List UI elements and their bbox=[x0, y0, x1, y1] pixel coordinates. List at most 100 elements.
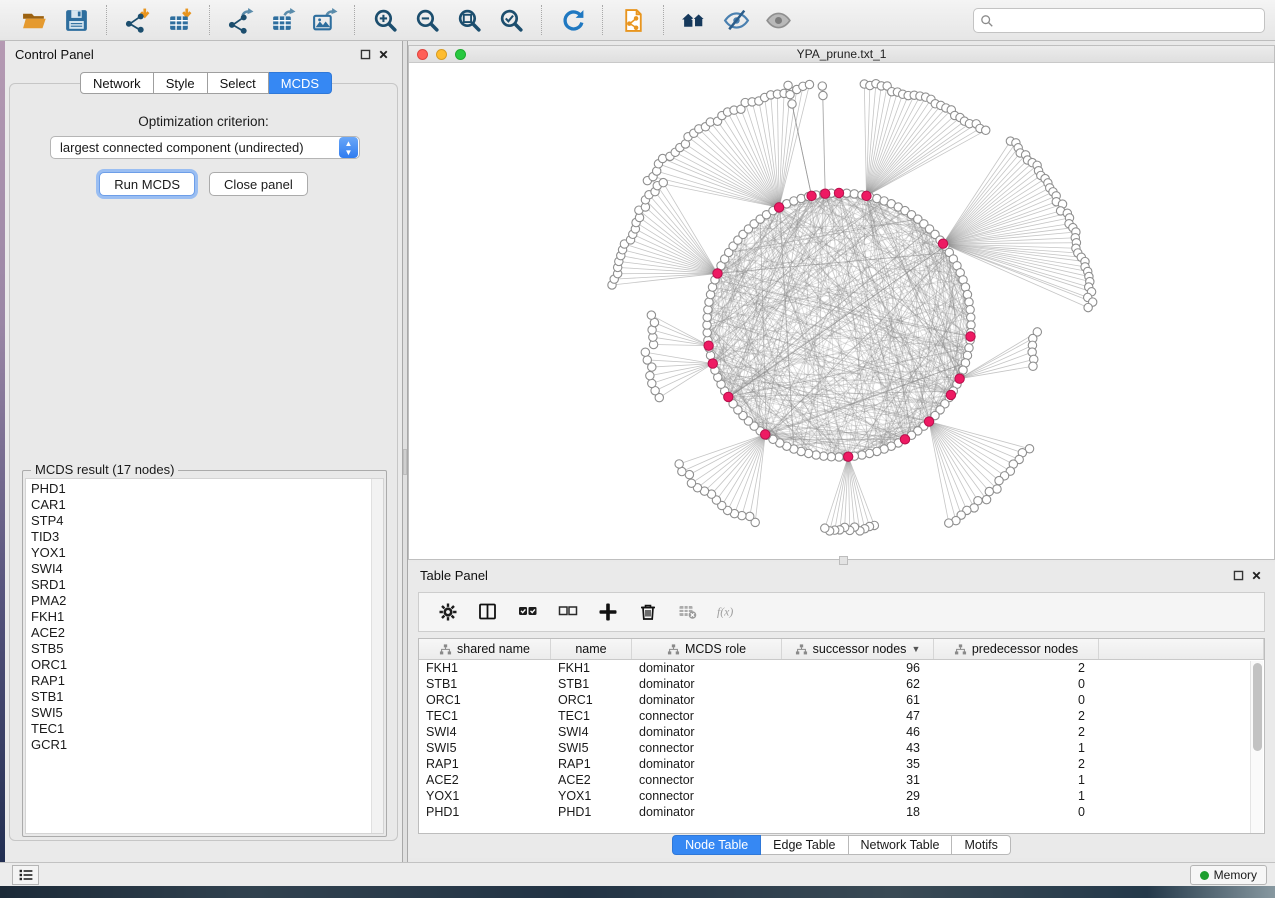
mcds-result-list[interactable]: PHD1CAR1STP4TID3YOX1SWI4SRD1PMA2FKH1ACE2… bbox=[25, 478, 384, 834]
tab-network[interactable]: Network bbox=[80, 72, 154, 94]
column-header-successor-nodes[interactable]: successor nodes▼ bbox=[782, 639, 934, 659]
close-panel-button[interactable]: Close panel bbox=[209, 172, 308, 196]
mcds-hub-node[interactable] bbox=[807, 191, 816, 200]
close-table-panel-icon[interactable] bbox=[1247, 566, 1265, 584]
result-node-item[interactable]: PHD1 bbox=[26, 481, 383, 497]
clone-network-button[interactable] bbox=[615, 3, 651, 37]
network-node[interactable] bbox=[965, 344, 973, 352]
float-panel-icon[interactable] bbox=[356, 45, 374, 63]
maximize-window-icon[interactable] bbox=[455, 49, 466, 60]
network-leaf-node[interactable] bbox=[821, 524, 829, 532]
memory-button[interactable]: Memory bbox=[1190, 865, 1267, 885]
tab-network-table[interactable]: Network Table bbox=[849, 835, 953, 855]
table-scrollbar-thumb[interactable] bbox=[1253, 663, 1262, 751]
table-row[interactable]: SWI5SWI5connector431 bbox=[419, 740, 1264, 756]
result-node-item[interactable]: CAR1 bbox=[26, 497, 383, 513]
export-table-button[interactable] bbox=[264, 3, 300, 37]
network-leaf-node[interactable] bbox=[786, 90, 794, 98]
network-node[interactable] bbox=[827, 453, 835, 461]
tab-select[interactable]: Select bbox=[208, 72, 269, 94]
network-graph-canvas[interactable] bbox=[409, 63, 1274, 559]
network-leaf-node[interactable] bbox=[746, 512, 754, 520]
gear-button[interactable] bbox=[437, 601, 459, 623]
import-table-button[interactable] bbox=[161, 3, 197, 37]
network-node[interactable] bbox=[705, 298, 713, 306]
network-leaf-node[interactable] bbox=[995, 476, 1003, 484]
deselect-all-button[interactable] bbox=[557, 601, 579, 623]
tab-style[interactable]: Style bbox=[154, 72, 208, 94]
mcds-hub-node[interactable] bbox=[834, 188, 843, 197]
float-table-panel-icon[interactable] bbox=[1229, 566, 1247, 584]
save-session-button[interactable] bbox=[58, 3, 94, 37]
network-node[interactable] bbox=[706, 351, 714, 359]
table-row[interactable]: FKH1FKH1dominator962 bbox=[419, 660, 1264, 676]
mcds-hub-node[interactable] bbox=[774, 203, 783, 212]
network-leaf-node[interactable] bbox=[1084, 303, 1092, 311]
minimize-window-icon[interactable] bbox=[436, 49, 447, 60]
result-node-item[interactable]: FKH1 bbox=[26, 609, 383, 625]
mcds-hub-node[interactable] bbox=[946, 390, 955, 399]
network-window-titlebar[interactable]: YPA_prune.txt_1 bbox=[409, 46, 1274, 63]
run-mcds-button[interactable]: Run MCDS bbox=[99, 172, 195, 196]
result-node-item[interactable]: YOX1 bbox=[26, 545, 383, 561]
tab-node-table[interactable]: Node Table bbox=[672, 835, 761, 855]
mcds-hub-node[interactable] bbox=[924, 417, 933, 426]
export-image-button[interactable] bbox=[306, 3, 342, 37]
import-network-button[interactable] bbox=[119, 3, 155, 37]
table-row[interactable]: STB1STB1dominator620 bbox=[419, 676, 1264, 692]
column-header-predecessor-nodes[interactable]: predecessor nodes bbox=[934, 639, 1099, 659]
delete-button[interactable] bbox=[637, 601, 659, 623]
close-window-icon[interactable] bbox=[417, 49, 428, 60]
network-leaf-node[interactable] bbox=[993, 485, 1001, 493]
table-row[interactable]: YOX1YOX1connector291 bbox=[419, 788, 1264, 804]
hide-selected-button[interactable] bbox=[718, 3, 754, 37]
network-leaf-node[interactable] bbox=[687, 479, 695, 487]
result-node-item[interactable]: TID3 bbox=[26, 529, 383, 545]
show-all-button[interactable] bbox=[760, 3, 796, 37]
table-row[interactable]: RAP1RAP1dominator352 bbox=[419, 756, 1264, 772]
mcds-hub-node[interactable] bbox=[844, 452, 853, 461]
network-leaf-node[interactable] bbox=[819, 91, 827, 99]
table-row[interactable]: ORC1ORC1dominator610 bbox=[419, 692, 1264, 708]
zoom-out-button[interactable] bbox=[409, 3, 445, 37]
network-node[interactable] bbox=[703, 313, 711, 321]
network-leaf-node[interactable] bbox=[945, 519, 953, 527]
network-node[interactable] bbox=[812, 451, 820, 459]
result-node-item[interactable]: ORC1 bbox=[26, 657, 383, 673]
network-node[interactable] bbox=[963, 290, 971, 298]
network-leaf-node[interactable] bbox=[982, 495, 990, 503]
network-leaf-node[interactable] bbox=[643, 356, 651, 364]
mcds-hub-node[interactable] bbox=[862, 191, 871, 200]
columns-button[interactable] bbox=[477, 601, 499, 623]
result-node-item[interactable]: STB5 bbox=[26, 641, 383, 657]
table-row[interactable]: ACE2ACE2connector311 bbox=[419, 772, 1264, 788]
network-leaf-node[interactable] bbox=[788, 100, 796, 108]
result-node-item[interactable]: SRD1 bbox=[26, 577, 383, 593]
result-node-item[interactable]: STB1 bbox=[26, 689, 383, 705]
mcds-hub-node[interactable] bbox=[938, 239, 947, 248]
network-node[interactable] bbox=[850, 190, 858, 198]
zoom-selected-button[interactable] bbox=[493, 3, 529, 37]
mcds-hub-node[interactable] bbox=[708, 359, 717, 368]
column-header-name[interactable]: name bbox=[551, 639, 632, 659]
network-node[interactable] bbox=[966, 305, 974, 313]
column-header-MCDS-role[interactable]: MCDS role bbox=[632, 639, 782, 659]
result-node-item[interactable]: PMA2 bbox=[26, 593, 383, 609]
search-input[interactable] bbox=[998, 13, 1258, 28]
table-scrollbar[interactable] bbox=[1250, 661, 1263, 833]
mcds-hub-node[interactable] bbox=[821, 189, 830, 198]
network-node[interactable] bbox=[865, 449, 873, 457]
mcds-hub-node[interactable] bbox=[760, 430, 769, 439]
mcds-hub-node[interactable] bbox=[713, 269, 722, 278]
network-leaf-node[interactable] bbox=[675, 460, 683, 468]
network-leaf-node[interactable] bbox=[982, 126, 990, 134]
network-leaf-node[interactable] bbox=[818, 82, 826, 90]
table-row[interactable]: SWI4SWI4dominator462 bbox=[419, 724, 1264, 740]
add-button[interactable] bbox=[597, 601, 619, 623]
result-node-item[interactable]: SWI4 bbox=[26, 561, 383, 577]
horizontal-splitter-grip[interactable] bbox=[839, 556, 848, 565]
network-leaf-node[interactable] bbox=[641, 348, 649, 356]
result-scrollbar[interactable] bbox=[371, 479, 383, 833]
network-leaf-node[interactable] bbox=[985, 487, 993, 495]
mcds-hub-node[interactable] bbox=[724, 392, 733, 401]
